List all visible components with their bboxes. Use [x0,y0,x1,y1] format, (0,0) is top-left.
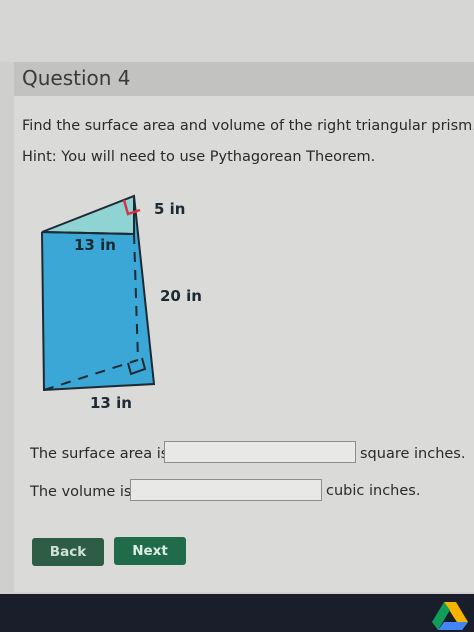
next-button[interactable]: Next [114,537,186,565]
google-drive-icon[interactable] [432,600,468,630]
label-top-base: 13 in [74,236,116,254]
back-button[interactable]: Back [32,538,104,566]
top-band [0,0,474,62]
volume-input[interactable] [130,479,322,501]
question-prompt: Find the surface area and volume of the … [22,118,474,134]
volume-suffix: cubic inches. [326,483,421,499]
surface-area-suffix: square inches. [360,446,466,462]
prism-top-face [41,194,135,236]
label-height: 20 in [160,287,202,305]
label-top-leg: 5 in [154,200,186,218]
volume-prefix: The volume is [30,484,132,500]
question-header: Question 4 [14,62,474,97]
surface-area-prefix: The surface area is [30,446,169,462]
label-bottom-base: 13 in [90,394,132,412]
taskbar [0,594,474,632]
question-title: Question 4 [22,66,131,90]
question-hint: Hint: You will need to use Pythagorean T… [22,149,376,165]
prism-figure: 5 in 13 in 20 in 13 in [34,188,224,418]
surface-area-input[interactable] [164,441,356,463]
